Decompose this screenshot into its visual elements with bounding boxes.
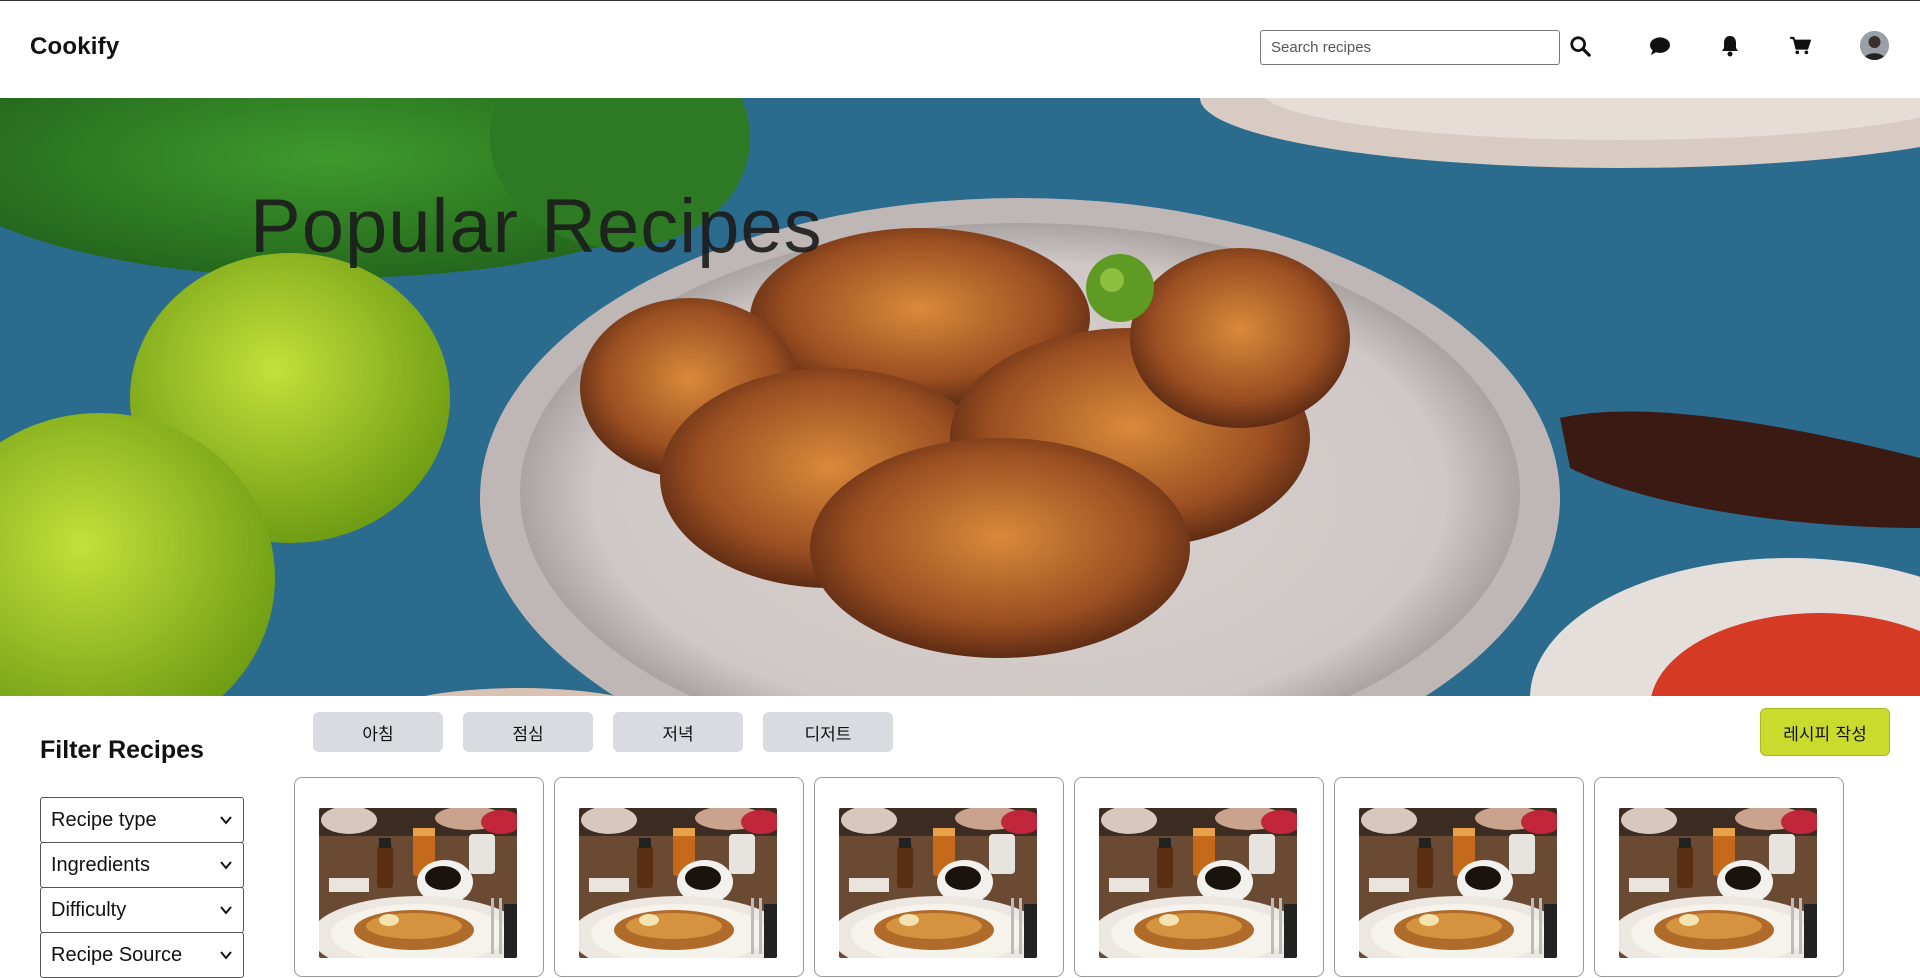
chevron-down-icon	[220, 906, 232, 915]
recipe-source-label: Recipe Source	[51, 943, 183, 966]
hero-banner: Popular Recipes	[0, 98, 1920, 696]
ingredients-select[interactable]: Ingredients	[40, 842, 244, 888]
recipe-card[interactable]	[1594, 777, 1844, 977]
chevron-down-icon	[220, 816, 232, 825]
write-recipe-button[interactable]: 레시피 작성	[1760, 708, 1890, 756]
recipe-card[interactable]	[554, 777, 804, 977]
recipe-card[interactable]	[1074, 777, 1324, 977]
recipe-type-select[interactable]: Recipe type	[40, 797, 244, 843]
difficulty-label: Difficulty	[51, 898, 127, 921]
recipe-card[interactable]	[814, 777, 1064, 977]
chevron-down-icon	[220, 861, 232, 870]
recipe-card[interactable]	[294, 777, 544, 977]
recipe-card[interactable]	[1334, 777, 1584, 977]
chat-icon[interactable]	[1648, 35, 1672, 57]
bell-icon[interactable]	[1719, 34, 1741, 58]
tab-dessert[interactable]: 디저트	[763, 712, 893, 752]
recipe-image	[1359, 808, 1557, 958]
difficulty-select[interactable]: Difficulty	[40, 887, 244, 933]
ingredients-label: Ingredients	[51, 853, 150, 876]
recipe-image	[579, 808, 777, 958]
search-icon[interactable]	[1568, 34, 1592, 58]
tab-lunch[interactable]: 점심	[463, 712, 593, 752]
recipe-image	[319, 808, 517, 958]
avatar[interactable]	[1860, 31, 1889, 60]
hero-title: Popular Recipes	[250, 184, 823, 269]
logo[interactable]: Cookify	[30, 33, 119, 61]
search-input[interactable]	[1260, 30, 1560, 65]
filter-title: Filter Recipes	[40, 736, 204, 764]
recipe-image	[839, 808, 1037, 958]
tab-dinner[interactable]: 저녁	[613, 712, 743, 752]
recipe-image	[1619, 808, 1817, 958]
cart-icon[interactable]	[1788, 35, 1812, 57]
recipe-type-label: Recipe type	[51, 808, 157, 831]
recipe-source-select[interactable]: Recipe Source	[40, 932, 244, 978]
tab-breakfast[interactable]: 아침	[313, 712, 443, 752]
top-nav: Cookify	[0, 0, 1920, 98]
recipe-image	[1099, 808, 1297, 958]
